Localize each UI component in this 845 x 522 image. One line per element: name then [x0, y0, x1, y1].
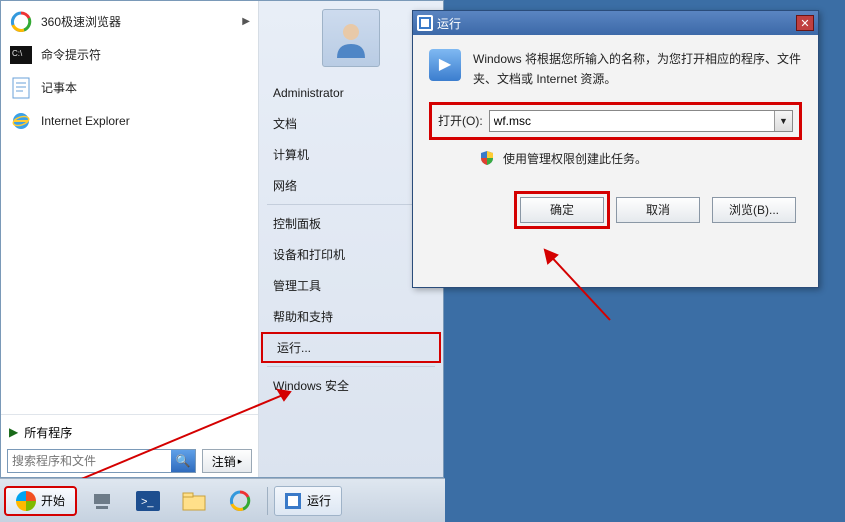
rmenu-help[interactable]: 帮助和支持 — [259, 301, 443, 332]
app-label: 记事本 — [41, 79, 77, 96]
notepad-icon — [9, 76, 33, 100]
windows-orb-icon — [16, 491, 36, 511]
start-menu: 360极速浏览器 ▶ C:\ 命令提示符 记事本 — [0, 0, 444, 478]
uac-shield-icon — [479, 150, 495, 166]
browser360-icon — [9, 10, 33, 34]
app-label: 命令提示符 — [41, 46, 101, 63]
app-label: Internet Explorer — [41, 114, 130, 128]
taskbar-server-manager-icon[interactable] — [81, 486, 123, 516]
start-button[interactable]: 开始 — [4, 486, 77, 516]
run-open-label: 打开(O): — [438, 112, 483, 129]
user-avatar[interactable] — [322, 9, 380, 67]
run-command-input[interactable] — [490, 111, 774, 131]
taskbar-360browser-icon[interactable] — [219, 486, 261, 516]
ie-icon — [9, 109, 33, 133]
run-titlebar[interactable]: 运行 ✕ — [413, 11, 818, 35]
cmd-icon: C:\ — [9, 43, 33, 67]
run-dialog: 运行 ✕ ▶ Windows 将根据您所输入的名称，为您打开相应的程序、文件夹、… — [412, 10, 819, 288]
browse-button[interactable]: 浏览(B)... — [712, 197, 796, 223]
start-menu-left-pane: 360极速浏览器 ▶ C:\ 命令提示符 记事本 — [1, 1, 259, 477]
app-label: 360极速浏览器 — [41, 13, 121, 30]
run-title-text: 运行 — [437, 15, 461, 32]
app-cmd[interactable]: C:\ 命令提示符 — [3, 38, 256, 71]
svg-text:C:\: C:\ — [12, 49, 23, 58]
app-ie[interactable]: Internet Explorer — [3, 104, 256, 137]
chevron-right-icon: ▸ — [238, 456, 243, 467]
chevron-right-icon: ▶ — [9, 425, 18, 439]
run-command-combo[interactable]: ▼ — [489, 110, 793, 132]
taskbar-powershell-icon[interactable]: >_ — [127, 486, 169, 516]
taskbar-run-task[interactable]: 运行 — [274, 486, 342, 516]
all-programs-label: 所有程序 — [24, 424, 72, 441]
all-programs[interactable]: ▶ 所有程序 — [1, 419, 258, 445]
taskbar: 开始 >_ 运行 — [0, 478, 445, 522]
dropdown-icon[interactable]: ▼ — [774, 111, 792, 131]
submenu-arrow-icon: ▶ — [242, 16, 250, 27]
ok-button[interactable]: 确定 — [520, 197, 604, 223]
run-open-row: 打开(O): ▼ — [429, 102, 802, 140]
run-description: Windows 将根据您所输入的名称，为您打开相应的程序、文件夹、文档或 Int… — [473, 49, 802, 90]
run-title-icon — [417, 15, 433, 31]
start-search[interactable]: 🔍 — [7, 449, 196, 473]
app-360browser[interactable]: 360极速浏览器 ▶ — [3, 5, 256, 38]
search-go-icon[interactable]: 🔍 — [171, 450, 195, 472]
taskbar-explorer-icon[interactable] — [173, 486, 215, 516]
svg-text:>_: >_ — [141, 496, 154, 508]
app-notepad[interactable]: 记事本 — [3, 71, 256, 104]
search-input[interactable] — [8, 450, 171, 472]
run-task-icon — [285, 493, 301, 509]
cancel-button[interactable]: 取消 — [616, 197, 700, 223]
run-admin-note: 使用管理权限创建此任务。 — [503, 150, 647, 167]
logout-button[interactable]: 注销 ▸ — [202, 449, 252, 473]
run-app-icon: ▶ — [429, 49, 461, 81]
close-button[interactable]: ✕ — [796, 15, 814, 31]
rmenu-run[interactable]: 运行... — [261, 332, 441, 363]
rmenu-windows-security[interactable]: Windows 安全 — [259, 370, 443, 401]
